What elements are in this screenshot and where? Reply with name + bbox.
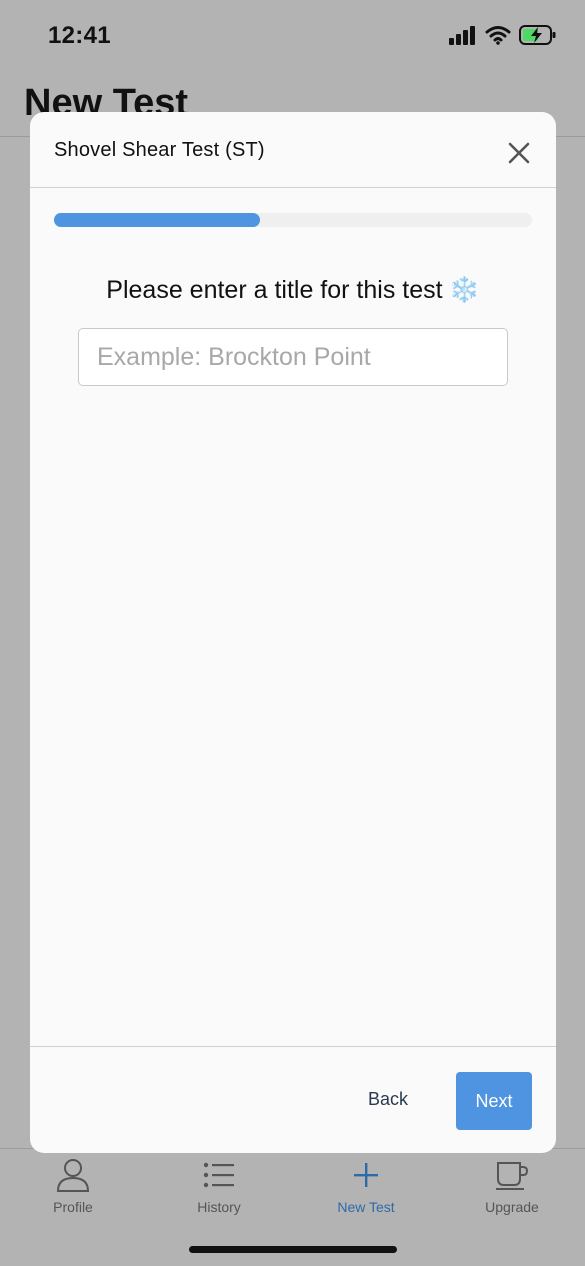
test-title-input[interactable] (78, 328, 508, 386)
prompt-label: Please enter a title for this test (106, 276, 443, 304)
progress-bar (54, 213, 532, 227)
close-button[interactable] (504, 138, 534, 168)
status-time: 12:41 (48, 22, 111, 49)
tab-label-upgrade: Upgrade (485, 1199, 539, 1215)
tab-label-history: History (197, 1199, 241, 1215)
new-test-modal: Shovel Shear Test (ST) Please enter a ti… (30, 112, 556, 1153)
snowflake-icon: ❄️ (448, 276, 480, 304)
plus-icon (354, 1163, 378, 1187)
modal-title: Shovel Shear Test (ST) (54, 139, 265, 161)
tab-new-test[interactable]: New Test (306, 1157, 426, 1215)
coffee-cup-icon (496, 1162, 529, 1190)
close-icon (508, 142, 530, 164)
person-icon (56, 1159, 90, 1192)
next-button[interactable]: Next (456, 1072, 532, 1130)
modal-footer: Back Next (30, 1046, 556, 1153)
tab-profile[interactable]: Profile (13, 1157, 133, 1215)
tab-label-profile: Profile (53, 1199, 93, 1215)
progress-fill (54, 213, 260, 227)
cellular-signal-icon (449, 26, 475, 45)
status-icons (449, 24, 557, 46)
home-indicator (189, 1246, 397, 1253)
back-button[interactable]: Back (368, 1089, 408, 1110)
tab-label-new-test: New Test (337, 1199, 395, 1215)
wifi-icon (485, 26, 511, 45)
tab-history[interactable]: History (159, 1157, 279, 1215)
status-bar: 12:41 (0, 0, 585, 72)
tab-upgrade[interactable]: Upgrade (452, 1157, 572, 1215)
modal-header: Shovel Shear Test (ST) (30, 112, 556, 188)
prompt-text: Please enter a title for this test ❄️ (30, 276, 556, 305)
battery-charging-icon (519, 25, 556, 45)
list-icon (203, 1162, 234, 1188)
